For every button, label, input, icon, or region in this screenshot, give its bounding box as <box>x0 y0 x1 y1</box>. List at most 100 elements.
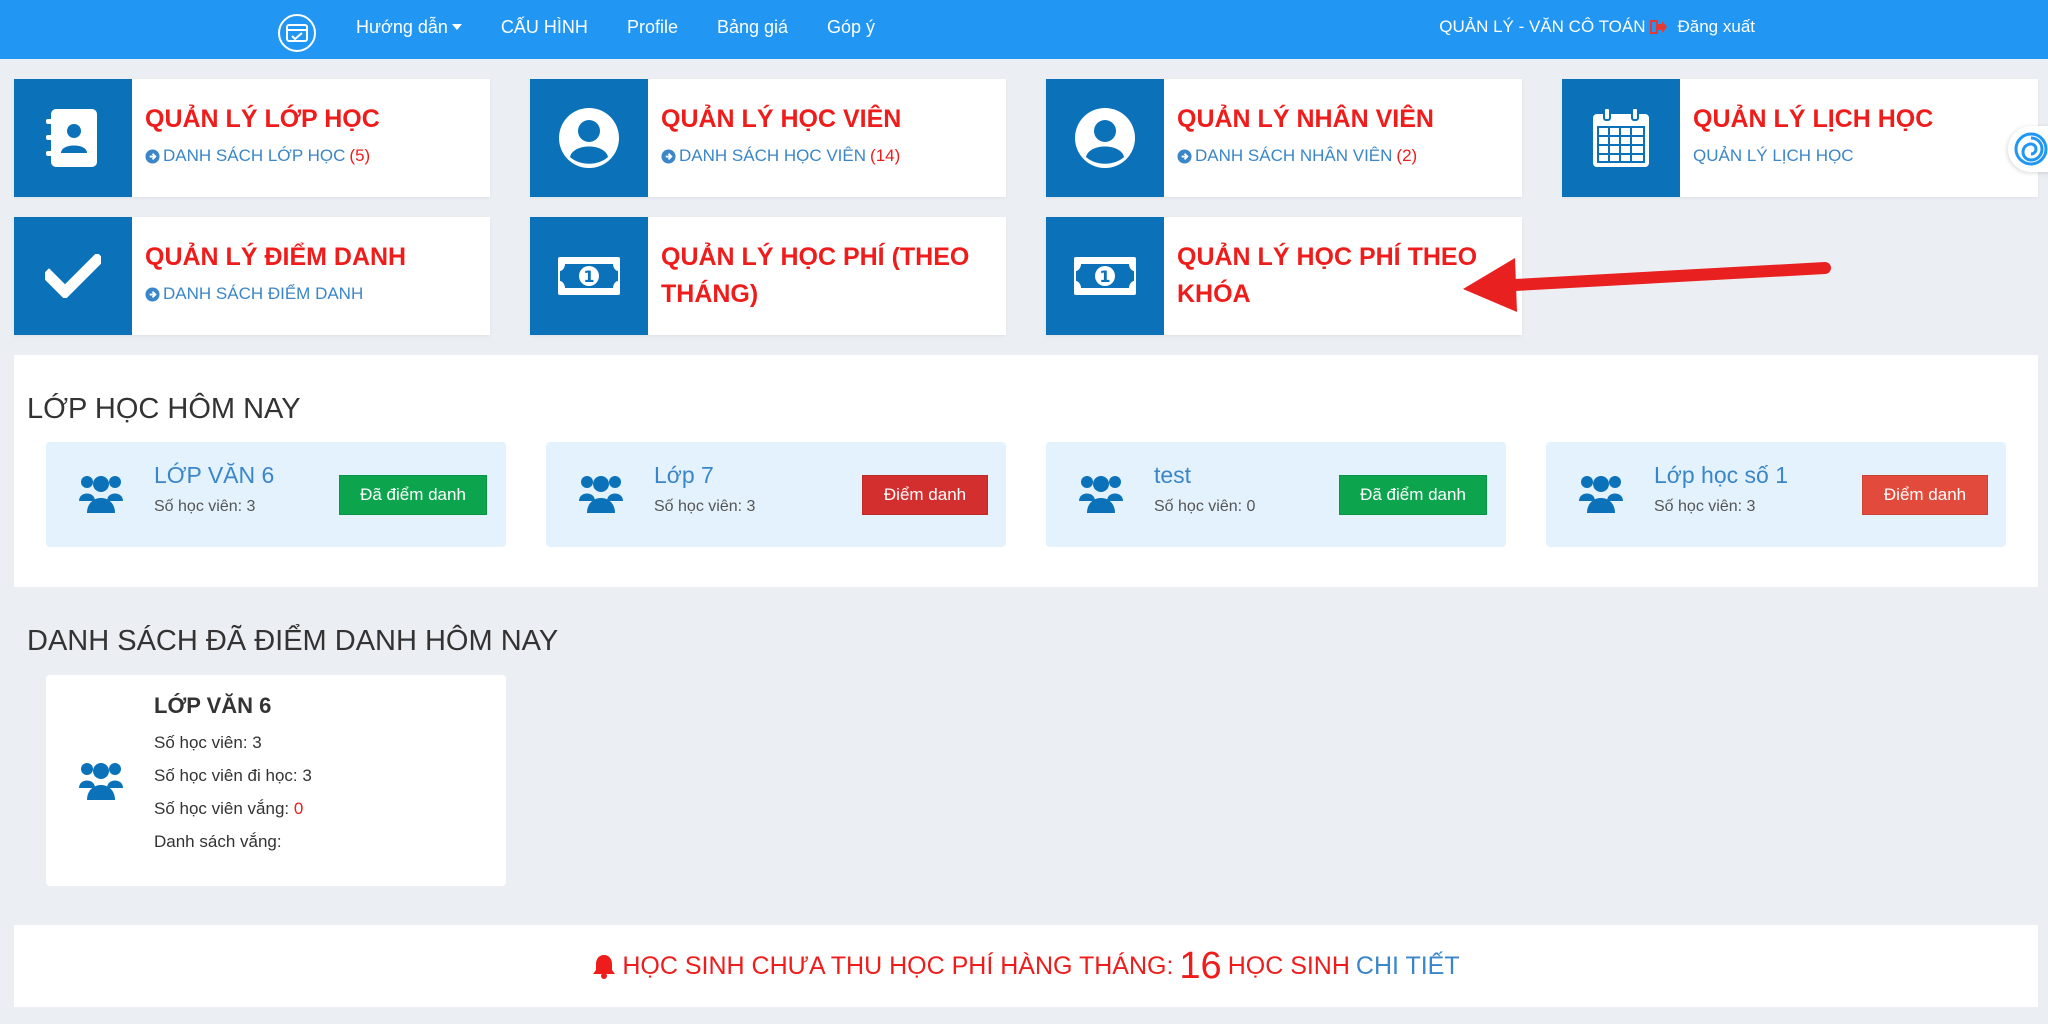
tile-staff-management[interactable]: QUẢN LÝ NHÂN VIÊN DANH SÁCH NHÂN VIÊN (2… <box>1046 79 1522 197</box>
banner-text1: HỌC SINH CHƯA THU HỌC PHÍ HÀNG THÁNG: <box>622 951 1174 980</box>
tile-title[interactable]: QUẢN LÝ LỊCH HỌC <box>1693 101 1933 138</box>
address-book-icon <box>14 79 132 197</box>
class-name[interactable]: test <box>1154 462 1191 489</box>
tile-body: QUẢN LÝ HỌC PHÍ THEO KHÓA <box>1164 217 1477 335</box>
users-group-icon <box>79 473 123 518</box>
users-group-icon <box>579 473 623 518</box>
attended-class-name: LỚP VĂN 6 <box>154 693 272 718</box>
class-list-link[interactable]: DANH SÁCH LỚP HỌC (5) <box>145 146 380 166</box>
tile-title-line1: QUẢN LÝ HỌC PHÍ (THEO <box>661 243 970 271</box>
unpaid-count: 16 <box>1179 944 1222 987</box>
app-logo-icon[interactable] <box>278 14 316 52</box>
attended-section-title: DANH SÁCH ĐÃ ĐIỂM DANH HÔM NAY <box>27 625 559 657</box>
banner-text2: HỌC SINH <box>1227 951 1350 980</box>
tile-title[interactable]: QUẢN LÝ NHÂN VIÊN <box>1177 101 1434 138</box>
today-section-title: LỚP HỌC HÔM NAY <box>27 393 301 425</box>
tile-link-label: DANH SÁCH LỚP HỌC <box>163 146 346 165</box>
side-widget-button[interactable] <box>2008 126 2048 172</box>
class-student-count: Số học viên: 3 <box>654 498 756 515</box>
money-bill-icon: 1 <box>530 217 648 335</box>
attended-class-card[interactable]: LỚP VĂN 6 Số học viên: 3 Số học viên đi … <box>46 675 506 886</box>
tile-title-line2: KHÓA <box>1177 280 1251 308</box>
checkmark-icon <box>14 217 132 335</box>
nav-config[interactable]: CẤU HÌNH <box>501 17 588 38</box>
class-name[interactable]: Lớp 7 <box>654 462 714 489</box>
attended-present: Số học viên đi học: 3 <box>154 766 312 785</box>
tile-body: QUẢN LÝ ĐIỂM DANH DANH SÁCH ĐIỂM DANH <box>132 217 406 335</box>
tile-link-label: DANH SÁCH NHÂN VIÊN <box>1195 146 1393 165</box>
class-card[interactable]: Lớp học số 1 Số học viên: 3 Điểm danh <box>1546 442 2006 547</box>
nav-user-name: QUẢN LÝ - VĂN CÔ TOÁN <box>1439 17 1646 36</box>
svg-text:1: 1 <box>1099 267 1110 286</box>
tile-body: QUẢN LÝ NHÂN VIÊN DANH SÁCH NHÂN VIÊN (2… <box>1164 79 1434 197</box>
tile-link-label: DANH SÁCH ĐIỂM DANH <box>163 284 364 303</box>
tile-link-label: DANH SÁCH HỌC VIÊN <box>679 146 867 165</box>
logout-button[interactable]: Đăng xuất <box>1649 17 1756 37</box>
class-student-count: Số học viên: 3 <box>154 498 256 515</box>
class-name[interactable]: Lớp học số 1 <box>1654 462 1788 489</box>
tile-title-line1: QUẢN LÝ HỌC PHÍ THEO <box>1177 243 1478 271</box>
money-bill-icon: 1 <box>1046 217 1164 335</box>
nav-links: Hướng dẫn CẤU HÌNH Profile Bảng giá Góp … <box>356 0 914 54</box>
tile-attendance-management[interactable]: QUẢN LÝ ĐIỂM DANH DANH SÁCH ĐIỂM DANH <box>14 217 490 335</box>
tile-body: QUẢN LÝ HỌC PHÍ (THEO THÁNG) <box>648 217 969 335</box>
svg-text:1: 1 <box>583 267 594 286</box>
attended-students: Số học viên: 3 <box>154 733 262 752</box>
tile-body: QUẢN LÝ LỚP HỌC DANH SÁCH LỚP HỌC (5) <box>132 79 380 197</box>
tile-student-management[interactable]: QUẢN LÝ HỌC VIÊN DANH SÁCH HỌC VIÊN (14) <box>530 79 1006 197</box>
tile-body: QUẢN LÝ LỊCH HỌC QUẢN LÝ LỊCH HỌC <box>1680 79 1933 197</box>
nav-guide-dropdown[interactable]: Hướng dẫn <box>356 17 462 38</box>
tile-body: QUẢN LÝ HỌC VIÊN DANH SÁCH HỌC VIÊN (14) <box>648 79 901 197</box>
staff-list-link[interactable]: DANH SÁCH NHÂN VIÊN (2) <box>1177 146 1434 166</box>
attended-button[interactable]: Đã điểm danh <box>339 475 487 515</box>
user-circle-icon <box>530 79 648 197</box>
tile-title[interactable]: QUẢN LÝ ĐIỂM DANH <box>145 239 406 276</box>
tile-title[interactable]: QUẢN LÝ HỌC PHÍ (THEO THÁNG) <box>661 239 969 313</box>
users-group-icon <box>1579 473 1623 518</box>
spiral-widget-icon <box>2014 132 2048 166</box>
tile-title[interactable]: QUẢN LÝ HỌC PHÍ THEO KHÓA <box>1177 239 1477 313</box>
caret-down-icon <box>451 24 462 30</box>
student-list-link[interactable]: DANH SÁCH HỌC VIÊN (14) <box>661 146 901 166</box>
attendance-list-link[interactable]: DANH SÁCH ĐIỂM DANH <box>145 284 406 304</box>
attended-absent: Số học viên vắng: 0 <box>154 799 303 819</box>
circle-arrow-right-icon <box>145 286 160 302</box>
nav-guide-label: Hướng dẫn <box>356 16 448 37</box>
absent-list-label: Danh sách vắng: <box>154 832 282 851</box>
tile-monthly-fee-management[interactable]: 1 QUẢN LÝ HỌC PHÍ (THEO THÁNG) <box>530 217 1006 335</box>
top-navbar: Hướng dẫn CẤU HÌNH Profile Bảng giá Góp … <box>0 0 2048 59</box>
detail-link[interactable]: CHI TIẾT <box>1356 952 1460 981</box>
class-name[interactable]: LỚP VĂN 6 <box>154 462 274 489</box>
tile-schedule-management[interactable]: QUẢN LÝ LỊCH HỌC QUẢN LÝ LỊCH HỌC <box>1562 79 2038 197</box>
nav-feedback[interactable]: Góp ý <box>827 17 875 38</box>
nav-user-area: QUẢN LÝ - VĂN CÔ TOÁN Đăng xuất <box>1439 0 1755 54</box>
user-circle-icon <box>1046 79 1164 197</box>
student-count-badge: (14) <box>870 146 901 165</box>
circle-arrow-right-icon <box>145 148 160 164</box>
nav-pricing[interactable]: Bảng giá <box>717 17 788 38</box>
tile-title[interactable]: QUẢN LÝ LỚP HỌC <box>145 101 380 138</box>
class-card[interactable]: Lớp 7 Số học viên: 3 Điểm danh <box>546 442 1006 547</box>
tile-title-line2: THÁNG) <box>661 280 759 308</box>
logout-label: Đăng xuất <box>1677 17 1756 36</box>
class-student-count: Số học viên: 3 <box>1654 498 1756 515</box>
nav-profile[interactable]: Profile <box>627 17 678 38</box>
circle-arrow-right-icon <box>1177 148 1192 164</box>
absent-value: 0 <box>293 799 304 818</box>
schedule-link[interactable]: QUẢN LÝ LỊCH HỌC <box>1693 146 1933 166</box>
take-attendance-button[interactable]: Điểm danh <box>862 475 988 515</box>
attended-button[interactable]: Đã điểm danh <box>1339 475 1487 515</box>
staff-count-badge: (2) <box>1396 146 1418 165</box>
calendar-icon <box>1562 79 1680 197</box>
tile-course-fee-management[interactable]: 1 QUẢN LÝ HỌC PHÍ THEO KHÓA <box>1046 217 1522 335</box>
class-card[interactable]: test Số học viên: 0 Đã điểm danh <box>1046 442 1506 547</box>
class-card[interactable]: LỚP VĂN 6 Số học viên: 3 Đã điểm danh <box>46 442 506 547</box>
tile-title[interactable]: QUẢN LÝ HỌC VIÊN <box>661 101 901 138</box>
absent-label: Số học viên vắng: <box>154 799 290 818</box>
tile-class-management[interactable]: QUẢN LÝ LỚP HỌC DANH SÁCH LỚP HỌC (5) <box>14 79 490 197</box>
take-attendance-button[interactable]: Điểm danh <box>1862 475 1988 515</box>
class-student-count: Số học viên: 0 <box>1154 498 1256 515</box>
users-group-icon <box>79 760 123 805</box>
sign-out-icon <box>1649 19 1668 35</box>
class-count-badge: (5) <box>349 146 371 165</box>
